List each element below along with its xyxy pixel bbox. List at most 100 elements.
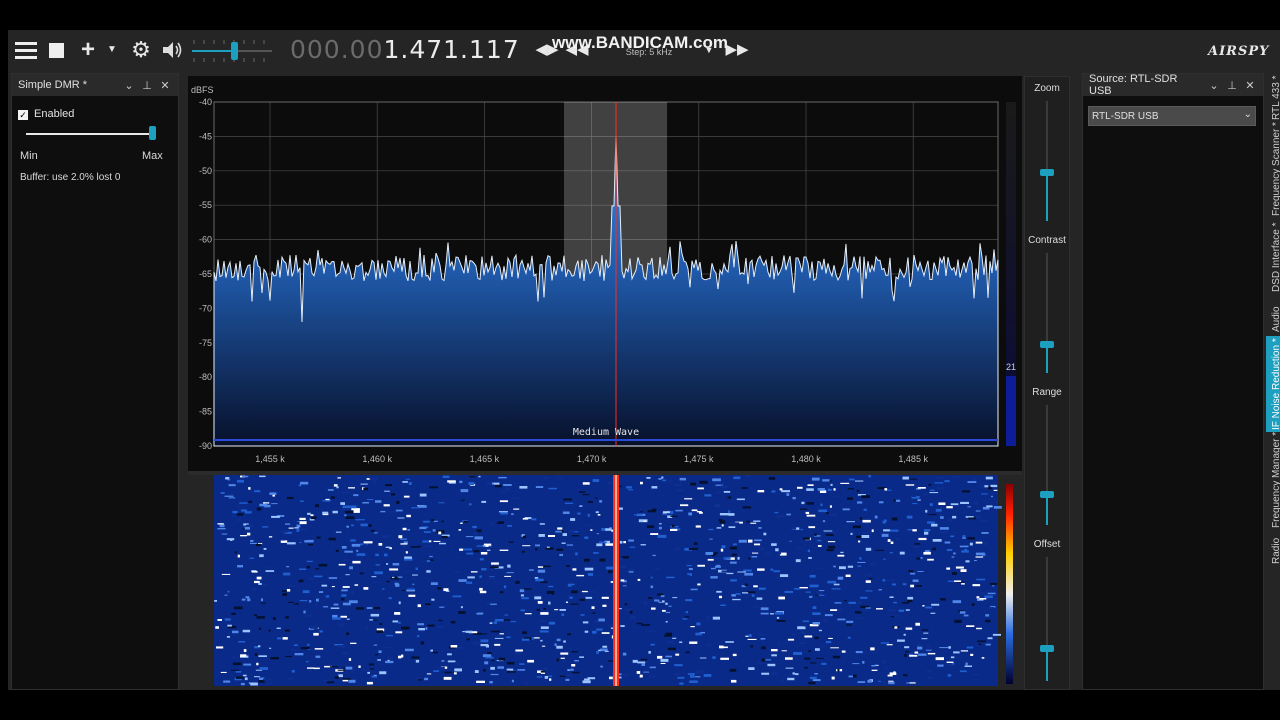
waterfall-pixel <box>792 672 795 675</box>
waterfall-pixel <box>899 551 905 555</box>
waterfall-pixel <box>929 489 935 491</box>
waterfall-pixel <box>300 647 310 650</box>
waterfall-pixel <box>479 558 484 561</box>
waterfall-pixel <box>426 560 431 563</box>
chevron-down-icon[interactable]: ⌄ <box>122 79 136 92</box>
range-slider-knob[interactable] <box>1040 491 1054 498</box>
waterfall-pixel <box>560 657 565 659</box>
waterfall-pixel <box>965 662 968 666</box>
waterfall-pixel <box>392 620 399 623</box>
hamburger-menu-icon[interactable] <box>12 34 40 66</box>
tab-rtl433[interactable]: RTL 433 * <box>1271 76 1280 120</box>
waterfall-pixel <box>637 661 646 664</box>
speaker-icon[interactable] <box>160 38 184 62</box>
waterfall-pixel <box>682 618 688 620</box>
waterfall-pixel <box>608 570 613 574</box>
waterfall-pixel <box>565 601 568 603</box>
spectrum-display[interactable]: dBFS -40 -45 -50 -55 -60 -65 -70 -75 -80 -85 -90 1… <box>188 76 1022 688</box>
waterfall-pixel <box>379 623 383 625</box>
waterfall-pixel <box>748 667 755 670</box>
chevron-down-icon[interactable]: ▼ <box>104 34 120 66</box>
waterfall-pixel <box>665 621 668 623</box>
waterfall-pixel <box>308 543 314 546</box>
tab-if-noise-reduction[interactable]: IF Noise Reduction * <box>1271 338 1280 430</box>
waterfall-pixel <box>865 607 871 609</box>
waterfall-pixel <box>342 491 349 494</box>
tab-radio[interactable]: Radio <box>1271 538 1280 564</box>
waterfall-pixel <box>649 675 658 678</box>
waterfall-pixel <box>800 541 807 543</box>
waterfall-pixel <box>679 477 686 481</box>
waterfall-pixel <box>844 599 847 602</box>
step-label[interactable]: Step: 5 kHz <box>594 45 704 59</box>
waterfall-pixel <box>217 523 224 525</box>
waterfall-pixel <box>243 663 252 666</box>
waterfall-pixel <box>976 627 982 630</box>
waterfall-pixel <box>468 503 472 506</box>
tab-frequency-scanner[interactable]: Frequency Scanner * <box>1271 122 1280 216</box>
waterfall-pixel <box>637 578 641 581</box>
waterfall-pixel <box>491 660 495 662</box>
offset-slider-knob[interactable] <box>1040 645 1054 652</box>
waterfall-pixel <box>244 677 248 681</box>
step-chevron-icon[interactable]: ▼ <box>702 34 716 66</box>
fast-forward-icon[interactable]: ▶▶ <box>724 34 750 66</box>
source-select[interactable]: RTL-SDR USB ⌄ <box>1088 106 1256 126</box>
waterfall-pixel <box>515 649 523 652</box>
slider-knob[interactable] <box>149 126 157 140</box>
waterfall-pixel <box>699 480 708 484</box>
waterfall-pixel <box>499 511 508 513</box>
enabled-checkbox[interactable]: ✓ <box>18 110 28 120</box>
waterfall-pixel <box>651 607 656 610</box>
waterfall-pixel <box>452 595 462 598</box>
volume-slider[interactable] <box>190 36 276 66</box>
waterfall-pixel <box>679 682 684 685</box>
waterfall-pixel <box>795 559 801 563</box>
waterfall-pixel <box>714 504 720 507</box>
waterfall-pixel <box>862 661 865 664</box>
waterfall-pixel <box>232 662 242 666</box>
pin-icon[interactable]: ⊥ <box>140 79 154 92</box>
waterfall-pixel <box>657 534 667 538</box>
waterfall-pixel <box>651 486 658 489</box>
pin-icon[interactable]: ⊥ <box>1225 79 1239 92</box>
close-icon[interactable]: ✕ <box>1243 79 1257 92</box>
waterfall-pixel <box>373 480 377 484</box>
gear-icon[interactable]: ⚙ <box>128 34 154 66</box>
y-tick-label: -40 <box>199 97 212 107</box>
chevron-down-icon[interactable]: ⌄ <box>1244 109 1252 120</box>
splitter[interactable] <box>188 471 1022 475</box>
waterfall-pixel <box>630 574 639 576</box>
waterfall-pixel <box>487 602 490 605</box>
waterfall-pixel <box>397 576 403 578</box>
waterfall-pixel <box>777 642 781 645</box>
waterfall-pixel <box>975 510 981 512</box>
waterfall-pixel <box>660 595 665 598</box>
add-icon[interactable]: + <box>76 34 100 66</box>
waterfall-pixel <box>925 606 933 609</box>
waterfall-pixel <box>579 491 586 493</box>
close-icon[interactable]: ✕ <box>158 79 172 92</box>
tab-frequency-manager[interactable]: Frequency Manager * <box>1271 432 1280 528</box>
waterfall-pixel <box>386 563 389 565</box>
waterfall-pixel <box>272 617 276 620</box>
waterfall-pixel <box>914 651 919 654</box>
waterfall-pixel <box>285 616 289 619</box>
waterfall-pixel <box>283 572 291 576</box>
frequency-display[interactable]: 000.001.471.117 <box>290 32 520 68</box>
waterfall[interactable] <box>214 475 998 686</box>
tab-dsd-interface[interactable]: DSD Interface * <box>1271 223 1280 292</box>
waterfall-pixel <box>517 669 526 671</box>
waterfall-pixel <box>561 613 565 617</box>
chevron-down-icon[interactable]: ⌄ <box>1207 79 1221 92</box>
waterfall-pixel <box>532 594 542 596</box>
zoom-slider-knob[interactable] <box>1040 169 1054 176</box>
contrast-slider-knob[interactable] <box>1040 341 1054 348</box>
waterfall-pixel <box>242 629 251 633</box>
stop-icon[interactable] <box>49 43 64 58</box>
tab-audio[interactable]: Audio <box>1271 306 1280 332</box>
threshold-slider[interactable] <box>22 126 162 142</box>
waterfall-pixel <box>687 673 695 675</box>
waterfall-pixel <box>342 651 349 655</box>
waterfall-pixel <box>570 603 579 605</box>
